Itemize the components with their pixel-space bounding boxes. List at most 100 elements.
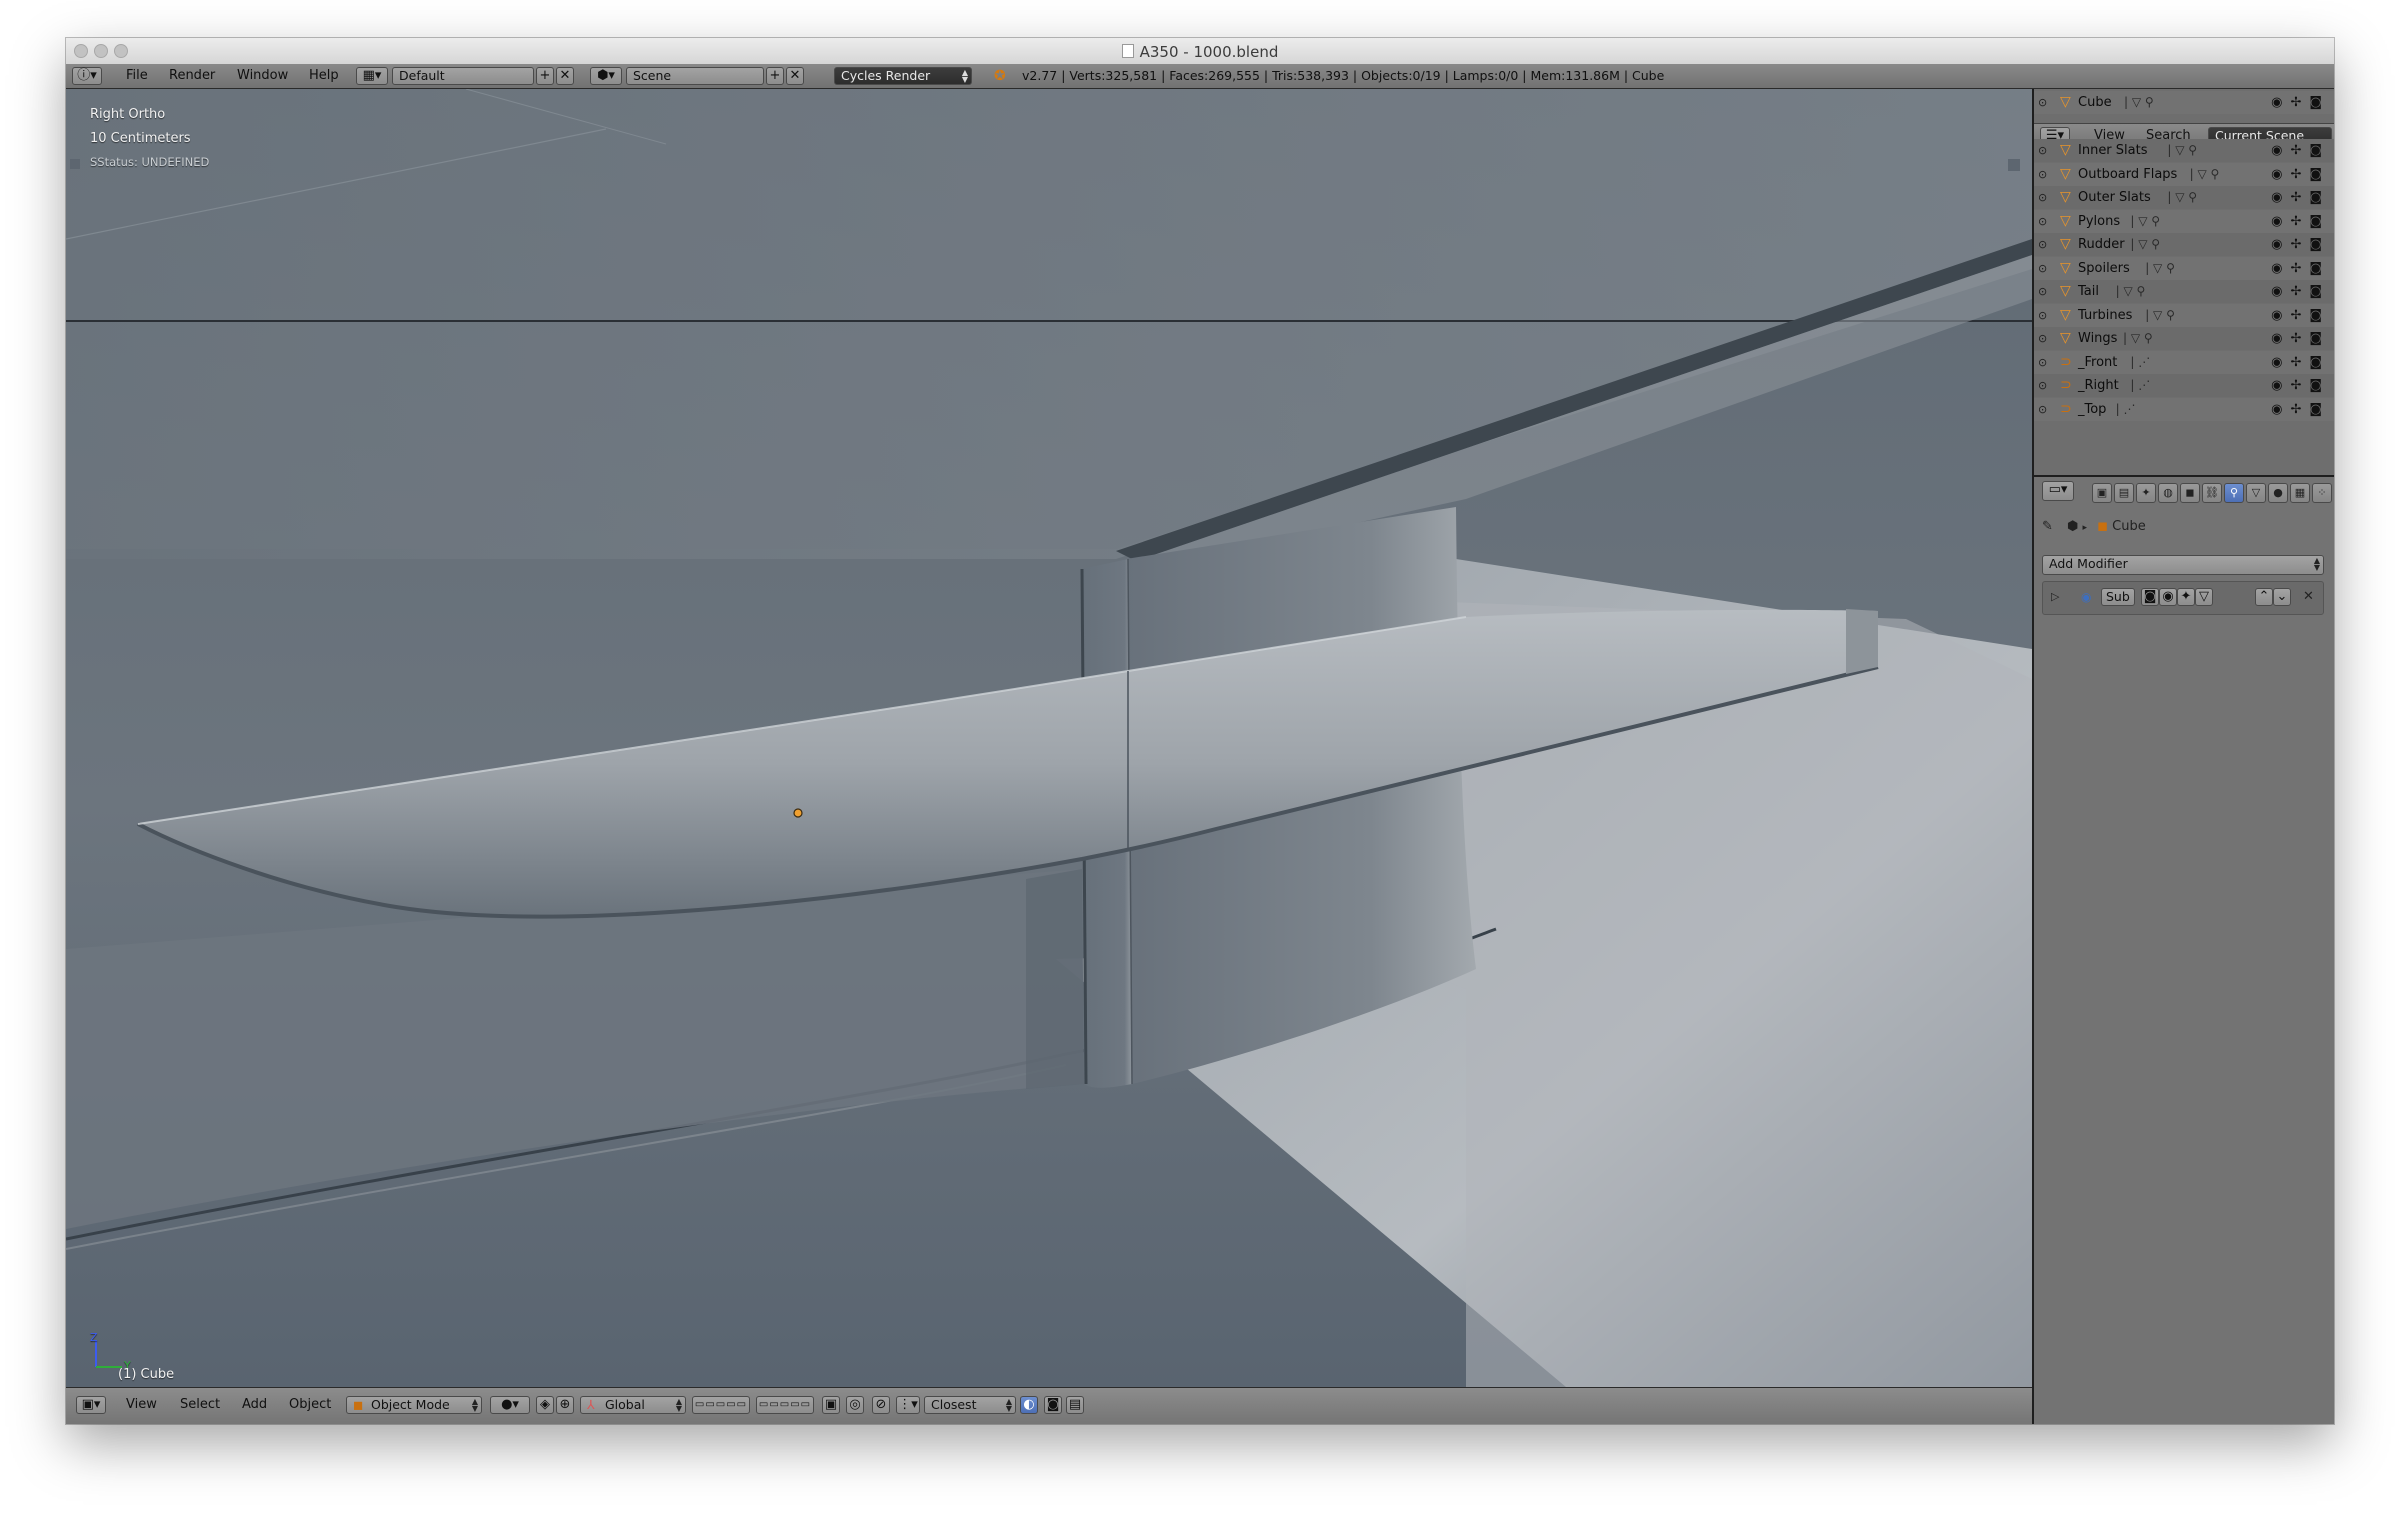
3d-viewport[interactable]: Right Ortho 10 Centimeters SStatus: UNDE…: [66, 89, 2032, 1387]
outliner-item[interactable]: ⊙ ⊃ _Top | ⋰ ◉✢◙: [2034, 397, 2334, 421]
snap-toggle-icon[interactable]: ⊘: [872, 1396, 890, 1414]
visibility-icons[interactable]: ◉✢◙: [2271, 374, 2330, 397]
visibility-icons[interactable]: ◉✢◙: [2271, 186, 2330, 209]
visibility-icons[interactable]: ◉✢◙: [2271, 233, 2330, 256]
viewport-corner-widget[interactable]: [2008, 159, 2020, 171]
menu-help[interactable]: Help: [309, 67, 339, 85]
expand-icon[interactable]: ⊙: [2038, 327, 2047, 350]
render-tab-icon[interactable]: ▣: [2092, 483, 2112, 503]
expand-icon[interactable]: ⊙: [2038, 351, 2047, 374]
proportional-edit-icon[interactable]: ◎: [846, 1396, 864, 1414]
shading-select[interactable]: ●▾: [490, 1396, 530, 1414]
outliner-item-cube[interactable]: ⊙ ▽ Cube | ▽ ⚲ ◉✢◙: [2034, 91, 2334, 114]
visibility-icons[interactable]: ◉✢◙: [2271, 257, 2330, 280]
outliner-item[interactable]: ⊙ ▽ Pylons | ▽ ⚲ ◉✢◙: [2034, 209, 2334, 233]
snap-target-select[interactable]: Closest ▲ ▼: [924, 1396, 1016, 1414]
outliner-item[interactable]: ⊙ ▽ Turbines | ▽ ⚲ ◉✢◙: [2034, 303, 2334, 327]
orientation-select[interactable]: ⅄ Global ▲ ▼: [580, 1396, 686, 1414]
data-tab-icon[interactable]: ▽: [2246, 483, 2266, 503]
layout-field[interactable]: Default: [392, 67, 534, 85]
properties-editor-menu[interactable]: ▭▾: [2042, 481, 2074, 501]
object-tab-icon[interactable]: ◼: [2180, 483, 2200, 503]
pin-icon[interactable]: ✎: [2042, 519, 2053, 534]
add-modifier-dropdown[interactable]: Add Modifier ▲ ▼: [2042, 555, 2324, 575]
mode-select[interactable]: ◼ Object Mode ▲ ▼: [346, 1396, 482, 1414]
modifier-viewport-toggle[interactable]: ◉: [2159, 588, 2177, 606]
menu-file[interactable]: File: [126, 67, 148, 85]
modifier-name-field[interactable]: Sub: [2101, 588, 2135, 606]
expand-icon[interactable]: ⊙: [2038, 233, 2047, 256]
material-tab-icon[interactable]: ●: [2268, 483, 2288, 503]
constraints-tab-icon[interactable]: ⛓: [2202, 483, 2222, 503]
layer-buttons-1[interactable]: ▭▭▭▭▭: [692, 1396, 750, 1414]
expand-icon[interactable]: ⊙: [2038, 139, 2047, 162]
snap-element-icon[interactable]: ⋮▾: [896, 1396, 920, 1414]
outliner-item[interactable]: ⊙ ▽ Wings | ▽ ⚲ ◉✢◙: [2034, 327, 2334, 350]
visibility-icons[interactable]: ◉✢◙: [2271, 139, 2330, 162]
toolshelf-toggle[interactable]: [70, 159, 80, 169]
visibility-icons[interactable]: ◉✢◙: [2271, 327, 2330, 350]
editor-type-menu[interactable]: ⓘ▾: [72, 67, 102, 85]
expand-icon[interactable]: ⊙: [2038, 163, 2047, 186]
remove-scene-button[interactable]: ✕: [786, 67, 804, 85]
expand-icon[interactable]: ⊙: [2038, 374, 2047, 397]
manipulator-icon[interactable]: ⊕: [556, 1396, 574, 1414]
opengl-render-icon[interactable]: ◐: [1020, 1396, 1038, 1414]
visibility-icons[interactable]: ◉✢◙: [2271, 351, 2330, 374]
visibility-icons[interactable]: ◉✢◙: [2271, 91, 2330, 114]
visibility-icons[interactable]: ◉✢◙: [2271, 210, 2330, 233]
expand-icon[interactable]: ⊙: [2038, 398, 2047, 421]
menu-render[interactable]: Render: [169, 67, 215, 85]
render-engine-select[interactable]: Cycles Render ▲ ▼: [834, 67, 972, 85]
menu-object[interactable]: Object: [289, 1396, 331, 1414]
outliner-item[interactable]: ⊙ ▽ Inner Slats | ▽ ⚲ ◉✢◙: [2034, 139, 2334, 162]
world-tab-icon[interactable]: ◍: [2158, 483, 2178, 503]
scene-field[interactable]: Scene: [626, 67, 764, 85]
move-down-icon[interactable]: ⌄: [2273, 588, 2291, 606]
outliner-item[interactable]: ⊙ ⊃ _Front | ⋰ ◉✢◙: [2034, 350, 2334, 374]
layer-buttons-2[interactable]: ▭▭▭▭▭: [756, 1396, 814, 1414]
scene-tab-icon[interactable]: ✦: [2136, 483, 2156, 503]
pivot-point-icon[interactable]: ◈: [536, 1396, 554, 1414]
outliner-item[interactable]: ⊙ ⊃ _Right | ⋰ ◉✢◙: [2034, 374, 2334, 397]
expand-icon[interactable]: ⊙: [2038, 257, 2047, 280]
layer-lock-icon[interactable]: ▣: [822, 1396, 840, 1414]
visibility-icons[interactable]: ◉✢◙: [2271, 163, 2330, 186]
editor-type-3d-menu[interactable]: ▣▾: [76, 1396, 106, 1414]
collapse-triangle-icon[interactable]: ▷: [2051, 590, 2059, 603]
render-still-icon[interactable]: ◙: [1044, 1396, 1062, 1414]
outliner-item[interactable]: ⊙ ▽ Tail | ▽ ⚲ ◉✢◙: [2034, 280, 2334, 303]
outliner-item[interactable]: ⊙ ▽ Spoilers | ▽ ⚲ ◉✢◙: [2034, 256, 2334, 280]
scene-icon[interactable]: ⬢▾: [590, 67, 622, 85]
modifier-render-toggle[interactable]: ◙: [2141, 588, 2159, 606]
remove-modifier-icon[interactable]: ✕: [2303, 589, 2314, 604]
particles-tab-icon[interactable]: ⁘: [2312, 483, 2332, 503]
texture-tab-icon[interactable]: ▦: [2290, 483, 2310, 503]
menu-window[interactable]: Window: [237, 67, 288, 85]
menu-select[interactable]: Select: [180, 1396, 220, 1414]
expand-icon[interactable]: ⊙: [2038, 186, 2047, 209]
outliner-item[interactable]: ⊙ ▽ Outer Slats | ▽ ⚲ ◉✢◙: [2034, 186, 2334, 209]
add-scene-button[interactable]: +: [766, 67, 784, 85]
expand-icon[interactable]: ⊙: [2038, 280, 2047, 303]
move-up-icon[interactable]: ⌃: [2255, 588, 2273, 606]
expand-icon[interactable]: ⊙: [2038, 210, 2047, 233]
remove-layout-button[interactable]: ✕: [556, 67, 574, 85]
add-layout-button[interactable]: +: [536, 67, 554, 85]
modifier-cage-toggle[interactable]: ▽: [2195, 588, 2213, 606]
modifier-editmode-toggle[interactable]: ✦: [2177, 588, 2195, 606]
menu-view[interactable]: View: [126, 1396, 157, 1414]
visibility-icons[interactable]: ◉✢◙: [2271, 304, 2330, 327]
expand-icon[interactable]: ⊙: [2038, 304, 2047, 327]
expand-icon[interactable]: ⊙: [2038, 91, 2047, 114]
object-origin-dot[interactable]: [793, 808, 803, 818]
menu-add[interactable]: Add: [242, 1396, 267, 1414]
outliner-item[interactable]: ⊙ ▽ Outboard Flaps | ▽ ⚲ ◉✢◙: [2034, 162, 2334, 186]
visibility-icons[interactable]: ◉✢◙: [2271, 280, 2330, 303]
outliner-item[interactable]: ⊙ ▽ Rudder | ▽ ⚲ ◉✢◙: [2034, 233, 2334, 256]
screen-layout-icon[interactable]: ▦▾: [356, 67, 388, 85]
modifiers-tab-icon[interactable]: ⚲: [2224, 483, 2244, 503]
render-animation-icon[interactable]: ▤: [1066, 1396, 1084, 1414]
layers-tab-icon[interactable]: ▤: [2114, 483, 2134, 503]
visibility-icons[interactable]: ◉✢◙: [2271, 398, 2330, 421]
